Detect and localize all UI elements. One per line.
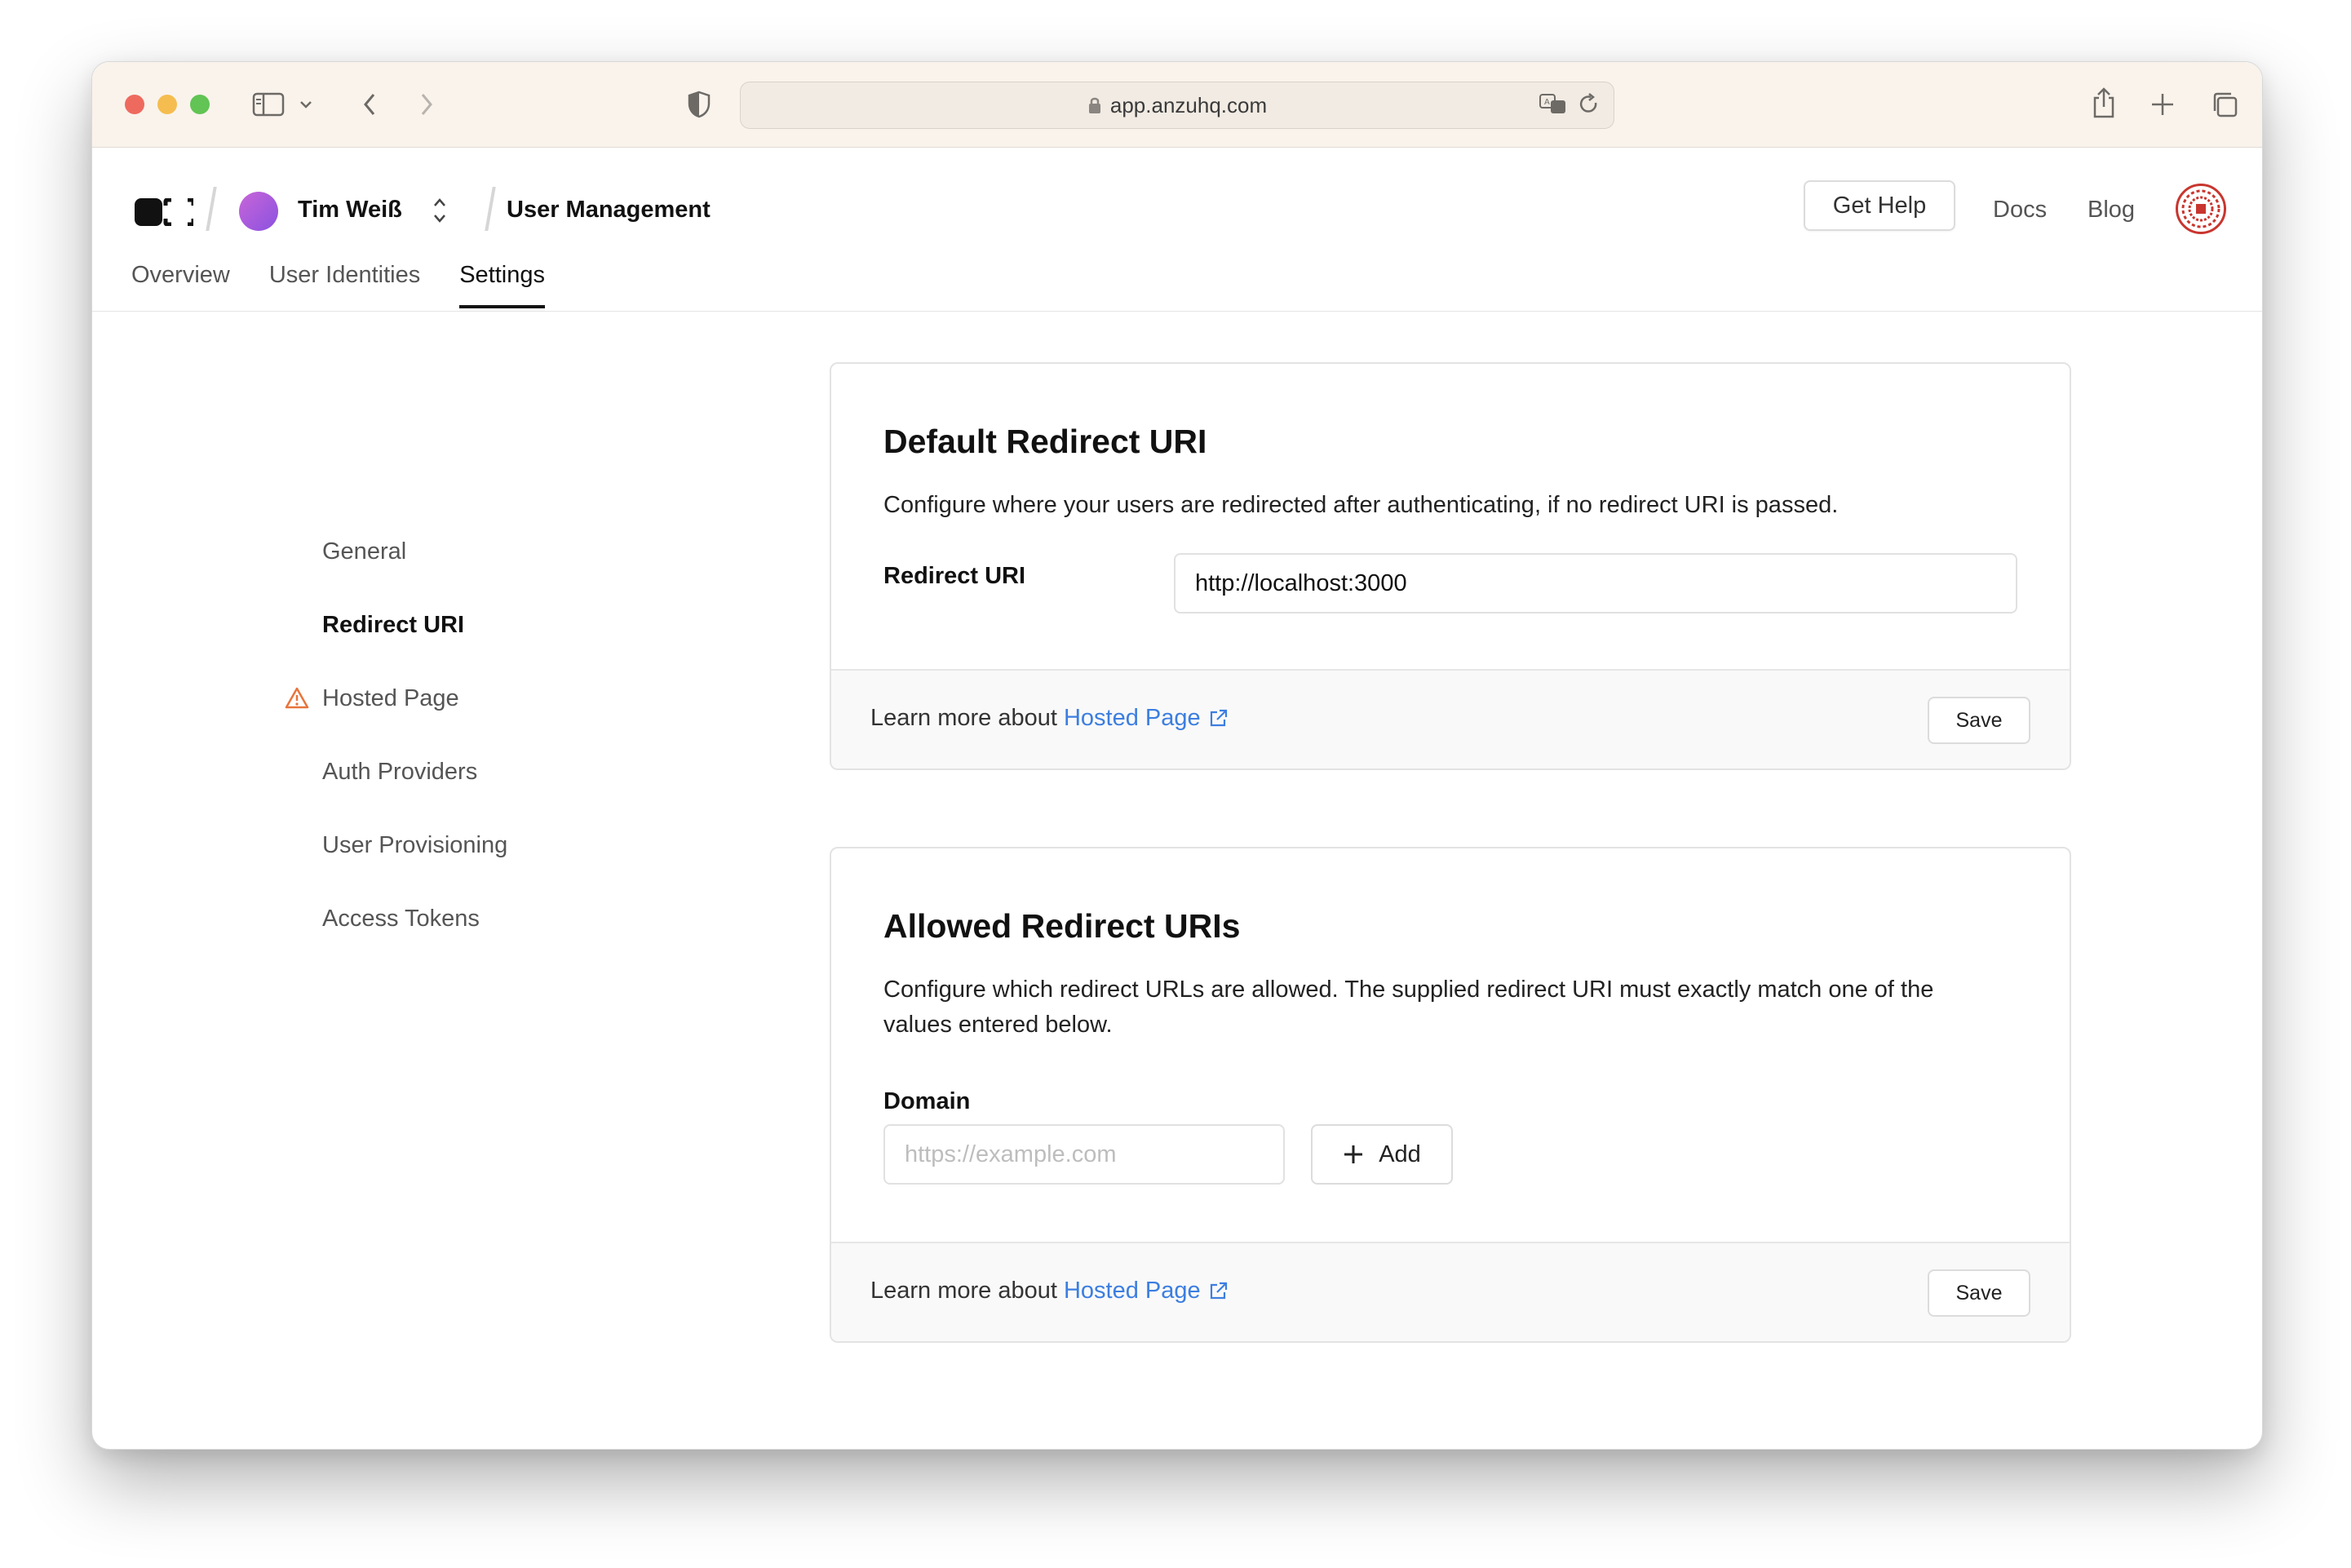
privacy-shield-icon[interactable] bbox=[684, 90, 714, 119]
forward-icon[interactable] bbox=[412, 90, 441, 119]
save-button[interactable]: Save bbox=[1928, 697, 2030, 744]
blog-link[interactable]: Blog bbox=[2088, 197, 2135, 224]
anzu-logo[interactable] bbox=[135, 198, 193, 226]
get-help-button[interactable]: Get Help bbox=[1804, 180, 1955, 231]
domain-input[interactable] bbox=[883, 1124, 1285, 1185]
url-text: app.anzuhq.com bbox=[1109, 92, 1268, 117]
hosted-page-link[interactable]: Hosted Page bbox=[1064, 1278, 1229, 1304]
card-description: Configure where your users are redirecte… bbox=[883, 492, 1839, 518]
learn-more-text: Learn more about bbox=[870, 1278, 1057, 1304]
sidebar-item-redirect-uri[interactable]: Redirect URI bbox=[322, 612, 464, 639]
allowed-redirects-card: Allowed Redirect URIs Configure which re… bbox=[830, 847, 2071, 1343]
external-link-icon bbox=[1210, 709, 1227, 726]
tab-user-identities[interactable]: User Identities bbox=[269, 262, 420, 308]
card-description: Configure which redirect URLs are allowe… bbox=[883, 977, 1934, 1038]
tab-bar: Overview User Identities Settings bbox=[131, 262, 546, 308]
domain-label: Domain bbox=[883, 1088, 971, 1114]
sidebar-item-hosted-page[interactable]: Hosted Page bbox=[322, 685, 459, 712]
close-window-button[interactable] bbox=[125, 95, 144, 114]
redirect-uri-label: Redirect URI bbox=[883, 563, 1026, 589]
browser-toolbar: app.anzuhq.com A bbox=[92, 62, 2262, 148]
warning-icon bbox=[285, 687, 309, 709]
external-link-icon bbox=[1210, 1282, 1227, 1299]
app-header: Tim Weiß User Management Get Help Docs B… bbox=[92, 148, 2262, 312]
sidebar-item-auth-providers[interactable]: Auth Providers bbox=[322, 759, 477, 786]
tab-overview[interactable]: Overview bbox=[131, 262, 230, 308]
card-title: Allowed Redirect URIs bbox=[883, 907, 1241, 945]
tab-settings[interactable]: Settings bbox=[459, 262, 546, 308]
reload-icon[interactable] bbox=[1578, 93, 1601, 122]
sidebar-item-general[interactable]: General bbox=[322, 538, 406, 565]
page-title: User Management bbox=[507, 197, 711, 223]
back-icon[interactable] bbox=[355, 90, 384, 119]
workspace-user-name[interactable]: Tim Weiß bbox=[298, 197, 402, 224]
minimize-window-button[interactable] bbox=[157, 95, 177, 114]
tab-overview-icon[interactable] bbox=[2207, 86, 2243, 122]
svg-text:A: A bbox=[1544, 98, 1550, 107]
user-profile-avatar[interactable] bbox=[2176, 184, 2226, 234]
hosted-page-link[interactable]: Hosted Page bbox=[1064, 705, 1229, 732]
address-bar[interactable]: app.anzuhq.com A bbox=[740, 82, 1614, 129]
card-title: Default Redirect URI bbox=[883, 423, 1207, 460]
workspace-switcher-icon[interactable] bbox=[430, 190, 449, 231]
card-footer: Learn more about Hosted Page Save bbox=[831, 1242, 2070, 1341]
hosted-page-link-label: Hosted Page bbox=[1063, 1278, 1201, 1304]
translate-icon[interactable]: A bbox=[1539, 92, 1568, 122]
card-footer: Learn more about Hosted Page Save bbox=[831, 669, 2070, 768]
default-redirect-card: Default Redirect URI Configure where you… bbox=[830, 362, 2071, 770]
sidebar-toggle-icon[interactable] bbox=[250, 90, 286, 119]
plus-icon bbox=[1344, 1145, 1363, 1163]
breadcrumb-separator bbox=[206, 187, 217, 231]
zoom-window-button[interactable] bbox=[190, 95, 210, 114]
share-icon[interactable] bbox=[2086, 85, 2122, 121]
add-domain-button[interactable]: Add bbox=[1311, 1124, 1453, 1185]
lock-icon bbox=[1088, 97, 1100, 113]
breadcrumb-separator bbox=[485, 187, 496, 231]
add-label: Add bbox=[1379, 1141, 1421, 1167]
save-button[interactable]: Save bbox=[1928, 1269, 2030, 1317]
learn-more: Learn more about Hosted Page bbox=[870, 705, 1229, 732]
sidebar-item-access-tokens[interactable]: Access Tokens bbox=[322, 906, 480, 932]
redirect-uri-input[interactable] bbox=[1174, 553, 2017, 613]
browser-window: app.anzuhq.com A Tim Weiß User Managemen… bbox=[91, 61, 2263, 1450]
sidebar-item-user-provisioning[interactable]: User Provisioning bbox=[322, 832, 507, 859]
learn-more-text: Learn more about bbox=[870, 705, 1057, 731]
avatar[interactable] bbox=[239, 192, 278, 231]
new-tab-icon[interactable] bbox=[2145, 86, 2181, 122]
chevron-down-icon[interactable] bbox=[296, 95, 316, 114]
hosted-page-link-label: Hosted Page bbox=[1063, 705, 1201, 731]
learn-more: Learn more about Hosted Page bbox=[870, 1278, 1229, 1304]
docs-link[interactable]: Docs bbox=[1993, 197, 2047, 224]
